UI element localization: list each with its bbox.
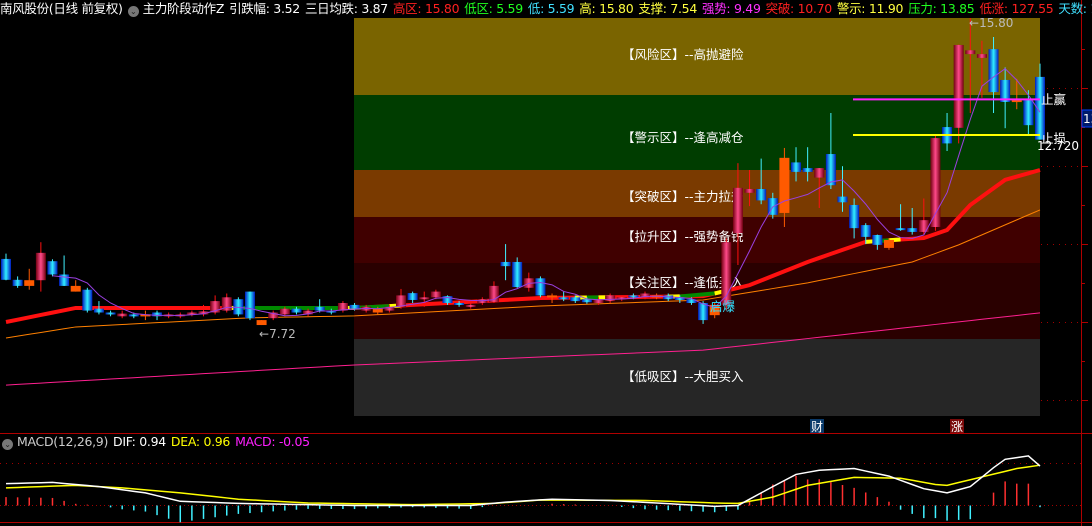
candle-body bbox=[349, 304, 360, 309]
candle-body bbox=[547, 295, 558, 298]
candle-body bbox=[802, 168, 813, 172]
stock-title[interactable]: 南风股份(日线 前复权) bbox=[0, 1, 123, 16]
high-price-label: ←15.80 bbox=[969, 16, 1013, 30]
candle-body bbox=[279, 308, 290, 315]
macd-title[interactable]: MACD(12,26,9) bbox=[17, 434, 108, 449]
candle-body bbox=[883, 239, 894, 248]
zone-label-buy-low: 【低吸区】--大胆买入 bbox=[622, 369, 744, 384]
candle-body bbox=[918, 220, 929, 232]
candle-body bbox=[512, 261, 523, 288]
header-stat: 警示: 11.90 bbox=[836, 1, 904, 16]
candle-body bbox=[1, 258, 11, 280]
candle-body bbox=[117, 313, 128, 317]
ignite-signal: 启爆 bbox=[710, 299, 736, 314]
candle-body bbox=[24, 280, 35, 286]
axis-price-box-text: 13 bbox=[1083, 112, 1092, 126]
zone-label-warning: 【警示区】--逢高减仓 bbox=[622, 130, 744, 145]
candle-body bbox=[872, 234, 883, 245]
candle-body bbox=[976, 54, 987, 58]
candle-body bbox=[965, 50, 976, 55]
header-stat: 低涨: 127.55 bbox=[979, 1, 1054, 16]
header-stat: 高区: 15.80 bbox=[392, 1, 460, 16]
macd-dea: DEA: 0.96 bbox=[170, 434, 231, 449]
header-stat: 天数: 116 bbox=[1058, 1, 1092, 16]
candle-body bbox=[732, 187, 743, 234]
candle-body bbox=[814, 168, 825, 178]
header-stat: 支撑: 7.54 bbox=[638, 1, 697, 16]
header-stat: 低: 5.59 bbox=[527, 1, 575, 16]
candle-body bbox=[372, 308, 383, 313]
zone-label-risk: 【风险区】--高抛避险 bbox=[622, 47, 744, 62]
candle-body bbox=[35, 252, 46, 281]
candle-body bbox=[570, 297, 581, 302]
candle-body bbox=[454, 303, 465, 305]
candle-body bbox=[82, 289, 93, 311]
candle-body bbox=[698, 303, 709, 321]
header-stat: 高: 15.80 bbox=[579, 1, 634, 16]
candle-body bbox=[605, 295, 616, 302]
header-stat: 突破: 10.70 bbox=[765, 1, 833, 16]
indicator-name[interactable]: 主力阶段动作Z bbox=[143, 1, 225, 16]
candle-body bbox=[465, 304, 476, 307]
candle-body bbox=[244, 291, 255, 319]
macd-dif: DIF: 0.94 bbox=[113, 434, 166, 449]
zone-label-breakout: 【突破区】--主力拉升 bbox=[622, 189, 744, 204]
candle-body bbox=[756, 189, 767, 201]
candle-body bbox=[419, 297, 430, 300]
stop-loss-value: 12.720 bbox=[1037, 139, 1079, 153]
take-profit-label: 止赢 bbox=[1041, 92, 1067, 107]
header-stat: 低区: 5.59 bbox=[464, 1, 523, 16]
candle-body bbox=[849, 204, 860, 229]
candle-body bbox=[47, 261, 58, 275]
candle-body bbox=[500, 261, 511, 267]
candle-body bbox=[779, 157, 790, 213]
candle-body bbox=[12, 279, 23, 286]
candle-body bbox=[988, 49, 999, 93]
candle-body bbox=[1011, 100, 1022, 103]
dea-line bbox=[5, 464, 1041, 506]
chevron-down-icon[interactable]: ⌄ bbox=[127, 6, 139, 17]
marker-zhang[interactable]: 涨 bbox=[951, 419, 963, 434]
candle-body bbox=[105, 312, 116, 315]
header-stat: 引跌幅: 3.52 bbox=[229, 1, 300, 16]
macd-chart bbox=[5, 455, 1041, 523]
macd-header: ⌄ MACD(12,26,9) DIF: 0.94 DEA: 0.96 MACD: -0… bbox=[2, 434, 315, 450]
candle-body bbox=[233, 299, 244, 315]
low-price-label: ←7.72 bbox=[259, 327, 296, 341]
candle-body bbox=[291, 308, 302, 313]
chevron-down-icon[interactable]: ⌄ bbox=[2, 439, 13, 450]
candle-body bbox=[535, 278, 546, 296]
candle-body bbox=[558, 297, 569, 300]
candle-body bbox=[70, 285, 81, 292]
candle-body bbox=[314, 306, 325, 311]
zone-label-rally: 【拉升区】--强势备锐 bbox=[622, 229, 744, 244]
candle-body bbox=[628, 295, 639, 298]
candle-body bbox=[407, 293, 418, 300]
marker-cai[interactable]: 财 bbox=[811, 420, 823, 434]
header-stat: 强势: 9.49 bbox=[702, 1, 761, 16]
candle-body bbox=[837, 196, 848, 203]
candle-body bbox=[907, 228, 918, 232]
candle-body bbox=[93, 308, 104, 313]
candle-body bbox=[953, 44, 964, 128]
candle-body bbox=[1023, 100, 1034, 126]
header-stat: 三日均跌: 3.87 bbox=[304, 1, 388, 16]
candle-body bbox=[791, 162, 802, 172]
candle-body bbox=[860, 225, 871, 237]
header-stat: 压力: 13.85 bbox=[908, 1, 975, 16]
candle-body bbox=[825, 154, 836, 186]
candle-body bbox=[128, 314, 139, 317]
macd-value: MACD: -0.05 bbox=[235, 434, 310, 449]
candle-body bbox=[430, 291, 441, 298]
candle-body bbox=[744, 189, 755, 193]
chart-header: 南风股份(日线 前复权) ⌄ 主力阶段动作Z 引跌幅: 3.52 三日均跌: 3.87 高… bbox=[0, 0, 1092, 17]
candle-body bbox=[256, 320, 267, 326]
candle-body bbox=[895, 228, 906, 231]
